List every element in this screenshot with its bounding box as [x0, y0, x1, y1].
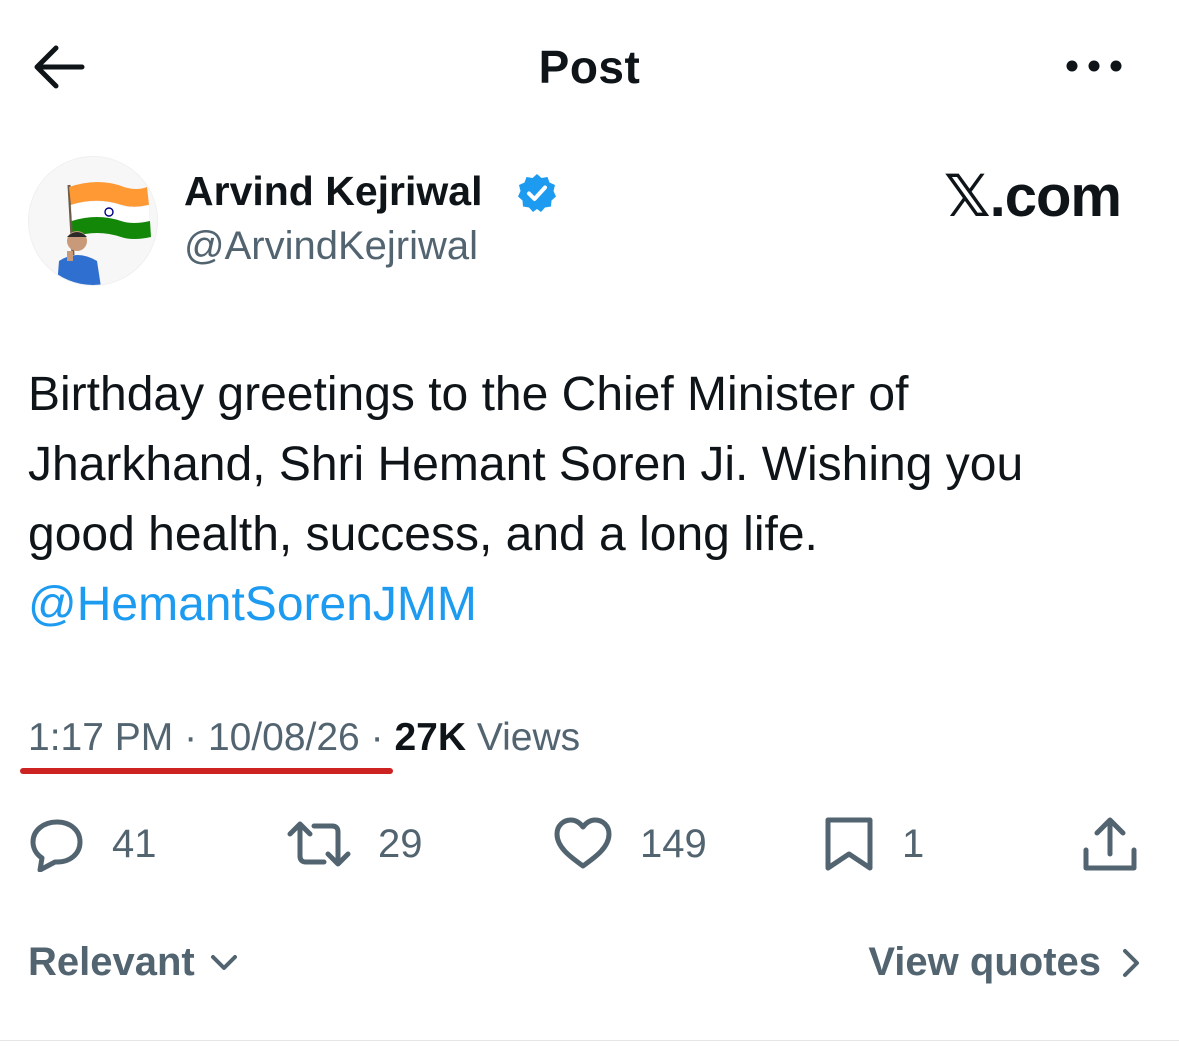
author-handle[interactable]: @ArvindKejriwal [184, 224, 478, 269]
heart-icon [554, 817, 612, 869]
bookmark-icon [825, 817, 873, 871]
post-meta: 1:17 PM · 10/08/26 · 27K Views [28, 716, 580, 760]
x-com-watermark: 𝕏.com [943, 164, 1122, 229]
post-text-line: good health, success, and a long life. [28, 508, 818, 561]
repost-count: 29 [378, 821, 423, 866]
chevron-down-icon [210, 954, 237, 970]
chevron-right-icon [1123, 948, 1139, 977]
avatar-image [29, 157, 157, 285]
repost-icon [287, 821, 351, 867]
post-text-line: Birthday greetings to the Chief Minister… [28, 368, 909, 421]
quotes-label: View quotes [868, 940, 1101, 984]
repost-button[interactable]: 29 [286, 812, 423, 876]
post-text-line: Jharkhand, Shri Hemant Soren Ji. Wishing… [28, 438, 1024, 491]
reply-button[interactable]: 41 [28, 812, 157, 876]
more-horizontal-icon [1066, 60, 1122, 72]
bookmark-count: 1 [902, 821, 925, 866]
views-count[interactable]: 27K [394, 716, 466, 759]
post-date[interactable]: 10/08/26 [208, 716, 360, 759]
post-detail-screen: Post Arvind Kejriwal @ArvindKejriwal 𝕏.c… [0, 0, 1179, 1047]
like-count: 149 [640, 821, 707, 866]
bookmark-button[interactable]: 1 [822, 812, 924, 876]
meta-separator: · [184, 716, 198, 759]
views-label: Views [476, 716, 581, 759]
divider [0, 1040, 1179, 1041]
author-name[interactable]: Arvind Kejriwal [184, 168, 482, 215]
post-text: Birthday greetings to the Chief Minister… [28, 360, 1148, 640]
reply-icon [30, 819, 83, 872]
author-avatar[interactable] [28, 156, 158, 286]
more-options-button[interactable] [1062, 52, 1126, 80]
post-time[interactable]: 1:17 PM [28, 716, 173, 759]
share-icon [1083, 817, 1137, 871]
reply-sort-button[interactable]: Relevant [28, 940, 241, 985]
view-quotes-link[interactable]: View quotes [868, 940, 1143, 985]
sort-label: Relevant [28, 940, 195, 984]
top-bar: Post [0, 0, 1179, 130]
red-underline-annotation [20, 768, 393, 774]
share-button[interactable] [1080, 812, 1140, 876]
meta-separator: · [370, 716, 384, 759]
verified-badge-icon [518, 174, 556, 212]
page-title: Post [538, 41, 641, 93]
like-button[interactable]: 149 [552, 812, 707, 876]
mention-link[interactable]: @HemantSorenJMM [28, 578, 477, 631]
reply-count: 41 [112, 821, 157, 866]
